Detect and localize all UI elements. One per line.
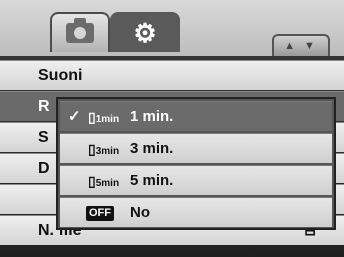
option-label: 1 min. <box>130 108 174 125</box>
scroll-indicator[interactable]: ▲ ▼ <box>272 34 330 56</box>
tab-bar: ⚙ ▲ ▼ <box>0 0 344 56</box>
off-icon: OFF <box>86 206 114 221</box>
menu-item-suoni[interactable]: Suoni <box>0 60 344 90</box>
check-icon: ✓ <box>68 108 81 125</box>
auto-power-off-popup: ✓ ▯1min 1 min. ▯3min 3 min. ▯5min 5 min.… <box>56 97 336 230</box>
option-label: No <box>130 204 150 221</box>
menu-item-label: R <box>38 98 50 115</box>
option-label: 3 min. <box>130 140 174 157</box>
tools-icon: ⚙ <box>133 18 157 48</box>
option-1min[interactable]: ✓ ▯1min 1 min. <box>60 101 332 131</box>
option-off[interactable]: OFF No <box>60 197 332 227</box>
camera-icon <box>66 18 94 43</box>
camera-settings-screen: ⚙ ▲ ▼ Suoni R S D N. file ⊟ ✓ ▯1min 1 mi… <box>0 0 344 257</box>
tab-setup[interactable]: ⚙ <box>110 12 180 52</box>
option-3min[interactable]: ▯3min 3 min. <box>60 133 332 163</box>
battery-timer-icon: ▯5min <box>88 173 120 189</box>
menu-item-label: Suoni <box>38 67 83 84</box>
menu-item-label: D <box>38 160 50 177</box>
battery-timer-icon: ▯1min <box>88 109 120 125</box>
menu-item-label: S <box>38 129 49 146</box>
option-label: 5 min. <box>130 172 174 189</box>
option-5min[interactable]: ▯5min 5 min. <box>60 165 332 195</box>
tab-camera[interactable] <box>50 12 110 52</box>
battery-timer-icon: ▯3min <box>88 141 120 157</box>
